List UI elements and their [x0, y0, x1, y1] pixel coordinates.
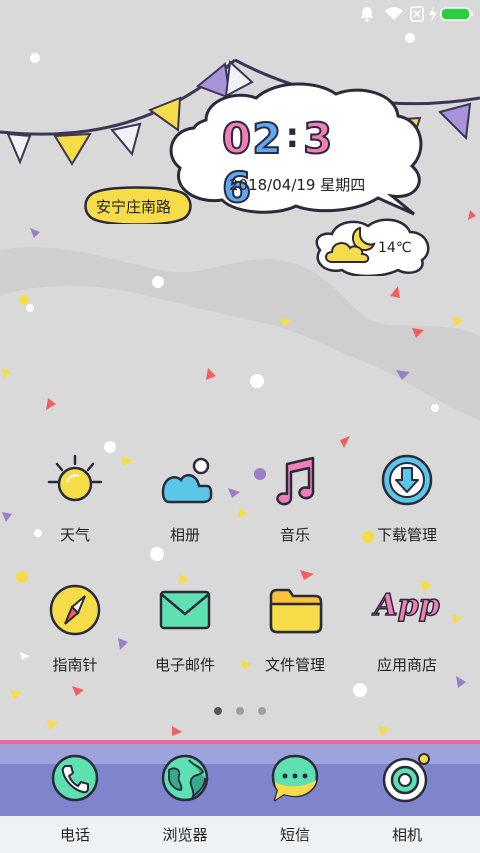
charging-icon — [429, 6, 437, 22]
page-dot-1[interactable] — [214, 707, 222, 715]
app-label: 应用商店 — [376, 656, 437, 674]
dock-label: 相机 — [391, 826, 422, 844]
photo-album-icon — [161, 457, 213, 504]
page-dot-3[interactable] — [258, 707, 266, 715]
app-label: 音乐 — [279, 526, 310, 544]
dock-app-camera[interactable]: 相机 — [352, 752, 462, 845]
compass-icon — [49, 584, 101, 636]
bell-icon — [361, 7, 373, 22]
envelope-icon — [159, 590, 211, 630]
wifi-icon — [385, 7, 403, 20]
message-bubble-icon — [271, 754, 319, 802]
app-compass[interactable]: 指南针 — [20, 582, 130, 692]
camera-icon — [382, 753, 430, 803]
dock-app-browser[interactable]: 浏览器 — [130, 752, 240, 845]
app-label: 下载管理 — [376, 526, 437, 544]
clock-time: 02:36 — [221, 113, 362, 213]
partly-cloudy-moon-icon — [325, 226, 376, 263]
location-label: 安宁庄南路 — [96, 198, 172, 216]
page-indicator[interactable] — [0, 700, 480, 719]
download-icon — [381, 454, 433, 506]
clock-hour-ones: 2 — [251, 113, 283, 164]
battery-icon — [440, 7, 473, 21]
status-bar — [0, 0, 480, 28]
folder-icon — [269, 588, 323, 634]
dock-app-messages[interactable]: 短信 — [240, 752, 350, 845]
app-store-icon: App — [374, 587, 441, 624]
app-downloads[interactable]: 下载管理 — [352, 452, 462, 562]
app-label: 指南针 — [52, 656, 98, 674]
clock-minute-tens: 3 — [302, 113, 334, 164]
app-label: 文件管理 — [264, 656, 325, 674]
app-label: 天气 — [59, 526, 90, 544]
sim-x-icon — [410, 6, 424, 22]
app-weather[interactable]: 天气 — [20, 452, 130, 562]
app-email[interactable]: 电子邮件 — [130, 582, 240, 692]
clock-colon: : — [285, 116, 301, 156]
sun-icon — [47, 454, 103, 502]
globe-icon — [161, 754, 209, 802]
dock-label: 浏览器 — [162, 826, 208, 844]
app-label: 相册 — [169, 526, 200, 544]
app-music[interactable]: 音乐 — [240, 452, 350, 562]
clock-date: 2018/04/19 星期四 — [229, 176, 366, 194]
app-gallery[interactable]: 相册 — [130, 452, 240, 562]
app-app-store[interactable]: App 应用商店 — [352, 582, 462, 692]
app-file-manager[interactable]: 文件管理 — [240, 582, 350, 692]
music-note-icon — [276, 456, 315, 506]
clock-hour-tens: 0 — [221, 113, 253, 164]
weather-temperature: 14℃ — [378, 240, 412, 256]
page-dot-2[interactable] — [236, 707, 244, 715]
dock-label: 短信 — [279, 826, 310, 844]
dock-app-phone[interactable]: 电话 — [20, 752, 130, 845]
dock-label: 电话 — [59, 826, 90, 844]
phone-icon — [51, 754, 99, 802]
app-label: 电子邮件 — [154, 656, 215, 674]
